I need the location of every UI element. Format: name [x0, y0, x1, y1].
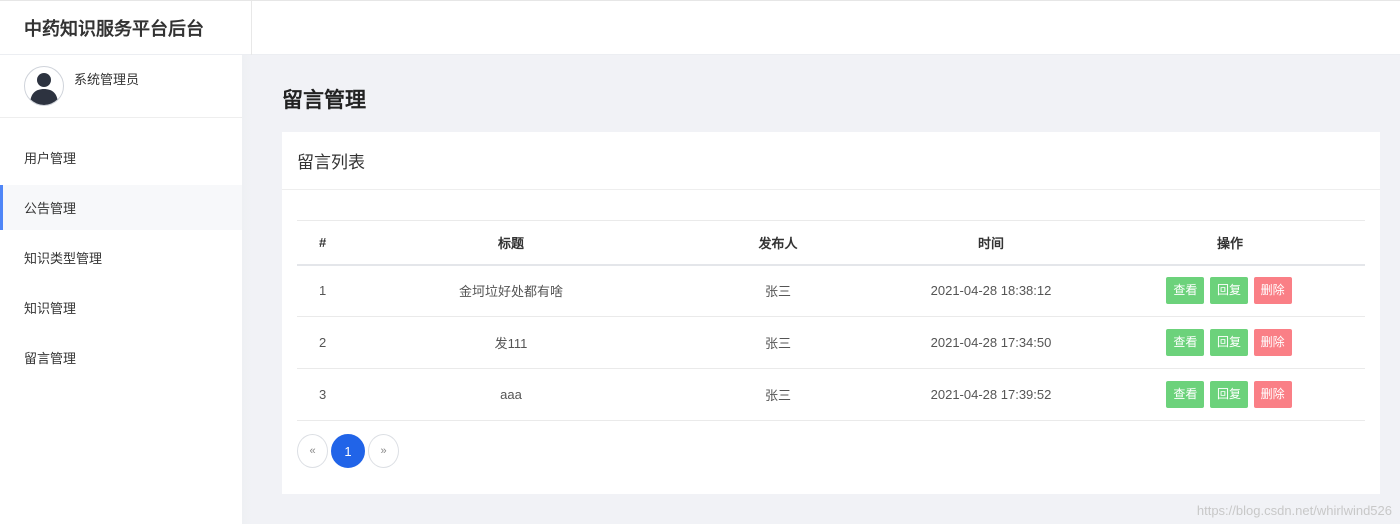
view-button[interactable]: 查看 [1166, 277, 1205, 305]
user-icon [30, 73, 58, 105]
view-button[interactable]: 查看 [1166, 381, 1205, 408]
page-title: 留言管理 [282, 89, 366, 112]
table-row: 2 发111 张三 2021-04-28 17:34:50 查看 回复 删除 [297, 316, 1365, 369]
avatar[interactable] [24, 66, 64, 106]
row-title: aaa [353, 368, 669, 421]
row-author: 张三 [669, 316, 887, 369]
message-list-card: 留言列表 # 标题 发布人 时间 操作 1 金坷垃好处都有啥 张三 2021-0… [282, 132, 1380, 494]
delete-button[interactable]: 删除 [1253, 381, 1292, 408]
top-bar: 中药知识服务平台后台 [0, 0, 1400, 55]
row-actions: 查看 回复 删除 [1095, 316, 1365, 369]
row-author: 张三 [669, 264, 887, 317]
row-time: 2021-04-28 18:38:12 [887, 264, 1095, 317]
column-header-author: 发布人 [669, 220, 887, 266]
row-actions: 查看 回复 删除 [1095, 264, 1365, 317]
sidebar: 系统管理员 用户管理 公告管理 知识类型管理 知识管理 留言管理 [0, 55, 242, 524]
table-header-row: # 标题 发布人 时间 操作 [297, 220, 1365, 266]
row-time: 2021-04-28 17:34:50 [887, 316, 1095, 369]
user-name: 系统管理员 [74, 72, 140, 87]
row-actions: 查看 回复 删除 [1095, 368, 1365, 421]
pagination: « 1 » [297, 434, 399, 468]
app-title: 中药知识服务平台后台 [0, 1, 252, 55]
reply-button[interactable]: 回复 [1209, 381, 1248, 408]
sidebar-item-messages[interactable]: 留言管理 [0, 335, 242, 380]
row-index: 3 [297, 368, 353, 421]
sidebar-item-knowledge[interactable]: 知识管理 [0, 285, 242, 330]
watermark: https://blog.csdn.net/whirlwind526 [1196, 503, 1392, 518]
user-profile: 系统管理员 [0, 55, 242, 118]
sidebar-menu: 用户管理 公告管理 知识类型管理 知识管理 留言管理 [0, 135, 242, 380]
sidebar-divider [242, 55, 252, 524]
sidebar-item-users[interactable]: 用户管理 [0, 135, 242, 180]
column-header-time: 时间 [887, 220, 1095, 266]
reply-button[interactable]: 回复 [1209, 277, 1248, 305]
table-row: 3 aaa 张三 2021-04-28 17:39:52 查看 回复 删除 [297, 368, 1365, 421]
next-page-button[interactable]: » [368, 434, 399, 468]
card-title: 留言列表 [282, 132, 1380, 190]
prev-page-button[interactable]: « [297, 434, 328, 468]
sidebar-item-knowledge-types[interactable]: 知识类型管理 [0, 235, 242, 280]
view-button[interactable]: 查看 [1166, 329, 1205, 356]
page-button-current[interactable]: 1 [331, 434, 365, 468]
row-author: 张三 [669, 368, 887, 421]
row-time: 2021-04-28 17:39:52 [887, 368, 1095, 421]
reply-button[interactable]: 回复 [1209, 329, 1248, 356]
sidebar-item-announcements[interactable]: 公告管理 [0, 185, 242, 230]
column-header-actions: 操作 [1095, 220, 1365, 266]
row-title: 金坷垃好处都有啥 [353, 264, 669, 317]
delete-button[interactable]: 删除 [1253, 277, 1292, 305]
table-row: 1 金坷垃好处都有啥 张三 2021-04-28 18:38:12 查看 回复 … [297, 264, 1365, 317]
row-index: 1 [297, 264, 353, 317]
column-header-title: 标题 [353, 220, 669, 266]
column-header-index: # [297, 220, 353, 266]
delete-button[interactable]: 删除 [1253, 329, 1292, 356]
message-table: # 标题 发布人 时间 操作 1 金坷垃好处都有啥 张三 2021-04-28 … [297, 220, 1365, 421]
row-index: 2 [297, 316, 353, 369]
row-title: 发111 [353, 316, 669, 369]
